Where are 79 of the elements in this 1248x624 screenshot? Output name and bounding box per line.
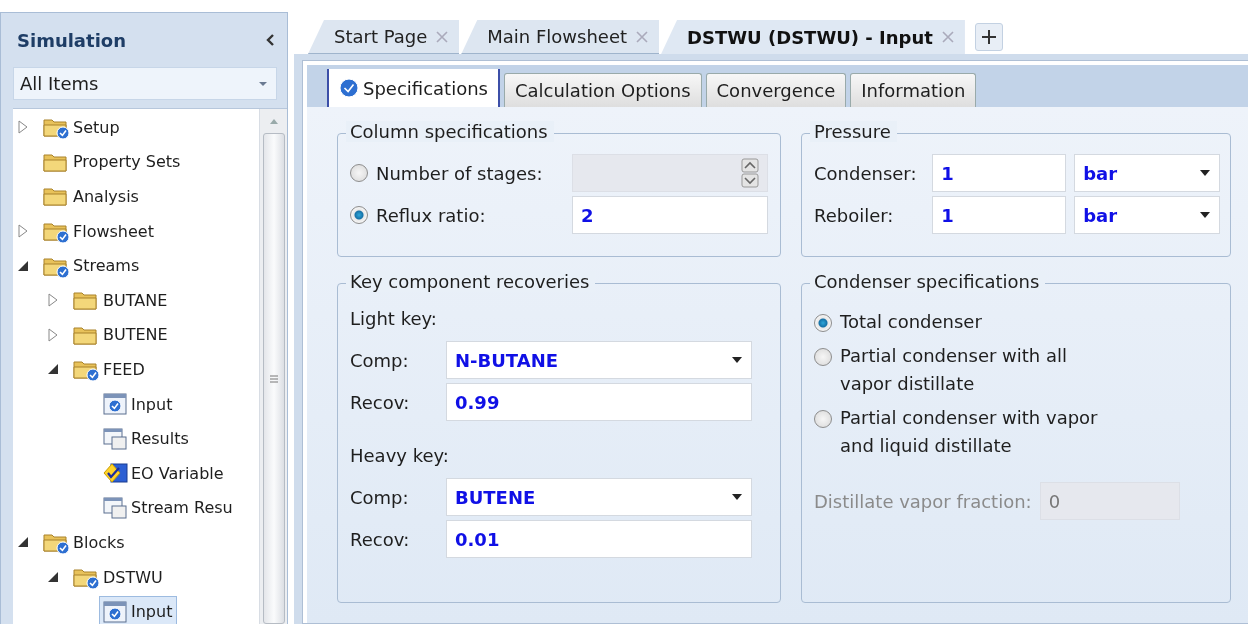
collapse-chevron-icon[interactable] bbox=[265, 33, 275, 47]
windows-icon bbox=[102, 495, 128, 520]
key-heading: Heavy key: bbox=[350, 445, 450, 466]
scroll-thumb[interactable] bbox=[262, 133, 285, 624]
unit-dropdown[interactable]: bar bbox=[1074, 196, 1220, 234]
close-icon[interactable] bbox=[635, 29, 650, 44]
form-check-icon bbox=[102, 392, 128, 417]
tree-item[interactable]: Setup bbox=[39, 111, 125, 144]
tree-item[interactable]: Streams bbox=[39, 249, 145, 282]
form-tab[interactable]: Information bbox=[850, 73, 977, 107]
windows-icon bbox=[102, 426, 128, 451]
fraction-label: Distillate vapor fraction: bbox=[814, 490, 1032, 512]
document-tab[interactable]: Start Page bbox=[308, 20, 460, 54]
dropdown-caret-icon bbox=[731, 356, 743, 364]
close-icon[interactable] bbox=[435, 29, 450, 44]
radio-button[interactable] bbox=[814, 348, 832, 366]
recovery-field[interactable]: 0.99 bbox=[446, 383, 752, 421]
option-label: Partial condenser with all vapor distillate bbox=[840, 344, 1068, 396]
radio-button[interactable] bbox=[814, 410, 832, 428]
form-tab[interactable]: Convergence bbox=[705, 73, 847, 107]
component-dropdown[interactable]: BUTENE bbox=[446, 478, 752, 516]
tree-item[interactable]: BUTANE bbox=[69, 284, 173, 317]
plus-icon bbox=[980, 29, 997, 45]
check-circle-icon bbox=[339, 78, 359, 98]
scroll-up-icon[interactable] bbox=[268, 117, 279, 125]
spinner-arrows-icon[interactable] bbox=[741, 158, 759, 188]
radio-button[interactable] bbox=[814, 314, 832, 332]
component-dropdown[interactable]: N-BUTANE bbox=[446, 341, 752, 379]
option-label: Total condenser bbox=[840, 310, 982, 334]
scrollbar[interactable] bbox=[259, 109, 287, 624]
comp-label: Comp: bbox=[350, 486, 410, 508]
tree-item[interactable]: FEED bbox=[69, 353, 150, 386]
sidebar-title: Simulation bbox=[17, 29, 126, 51]
tree-item[interactable]: Results bbox=[99, 422, 194, 455]
form-tab[interactable]: Calculation Options bbox=[503, 73, 702, 107]
form-check-icon bbox=[102, 599, 128, 624]
key-heading: Light key: bbox=[350, 308, 438, 329]
pressure-label: Reboiler: bbox=[814, 204, 895, 226]
radio-button[interactable] bbox=[350, 206, 368, 224]
group-title: Key component recoveries bbox=[346, 271, 596, 292]
recov-label: Recov: bbox=[350, 391, 411, 413]
new-tab-button[interactable] bbox=[974, 23, 1003, 51]
tree-item[interactable]: Input bbox=[99, 388, 178, 421]
tree-item[interactable]: BUTENE bbox=[69, 318, 173, 351]
form-tab[interactable]: Specifications bbox=[327, 69, 500, 107]
dropdown-caret-icon bbox=[1199, 169, 1211, 177]
pressure-field[interactable]: 1 bbox=[932, 154, 1067, 192]
recovery-field[interactable]: 0.01 bbox=[446, 520, 752, 558]
pressure-field[interactable]: 1 bbox=[932, 196, 1067, 234]
option-label: Number of stages: bbox=[376, 162, 544, 184]
stages-field[interactable] bbox=[572, 154, 768, 192]
recov-label: Recov: bbox=[350, 528, 411, 550]
reflux-ratio-field[interactable]: 2 bbox=[572, 196, 768, 234]
group-title: Condenser specifications bbox=[810, 271, 1046, 292]
group-title: Pressure bbox=[810, 121, 897, 142]
comp-label: Comp: bbox=[350, 349, 410, 371]
option-label: Reflux ratio: bbox=[376, 204, 487, 226]
dropdown-caret-icon bbox=[731, 493, 743, 501]
option-label: Partial condenser with vapor and liquid distillate bbox=[840, 406, 1098, 458]
tree-item[interactable]: DSTWU bbox=[69, 561, 168, 593]
dropdown-caret-icon bbox=[258, 80, 268, 87]
radio-button[interactable] bbox=[350, 164, 368, 182]
document-tab[interactable]: Main Flowsheet bbox=[461, 20, 660, 54]
filter-dropdown[interactable]: All Items bbox=[13, 67, 277, 100]
tree-item[interactable]: Blocks bbox=[39, 526, 130, 559]
diamond-check-icon bbox=[102, 461, 128, 486]
tree-item[interactable]: Stream Resu bbox=[99, 491, 238, 524]
tree-item[interactable]: Property Sets bbox=[39, 145, 186, 178]
dropdown-caret-icon bbox=[1199, 211, 1211, 219]
tree-item[interactable]: EO Variable bbox=[99, 457, 229, 490]
tree-item[interactable]: Flowsheet bbox=[39, 215, 159, 248]
pressure-label: Condenser: bbox=[814, 162, 918, 184]
group-title: Column specifications bbox=[346, 121, 554, 142]
grip-icon bbox=[268, 373, 279, 384]
tree-item[interactable]: Analysis bbox=[39, 180, 144, 213]
document-tab[interactable]: DSTWU (DSTWU) - Input bbox=[661, 20, 965, 54]
unit-dropdown[interactable]: bar bbox=[1074, 154, 1220, 192]
close-icon[interactable] bbox=[940, 30, 955, 44]
tree-item[interactable]: Input bbox=[99, 595, 178, 624]
